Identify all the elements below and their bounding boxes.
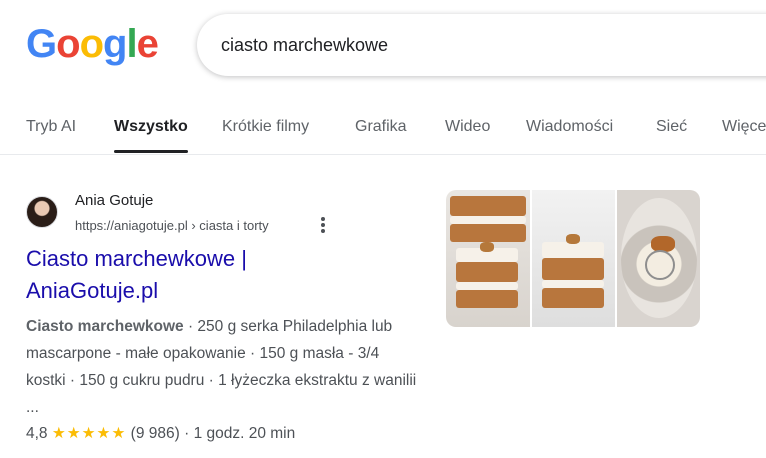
rating-value: 4,8	[26, 425, 48, 442]
result-snippet: Ciasto marchewkowe · 250 g serka Philade…	[26, 313, 421, 421]
rating-count: (9 986)	[130, 425, 180, 442]
logo-letter-g2: g	[103, 22, 127, 66]
tab-videos[interactable]: Wideo	[445, 118, 490, 136]
thumbnail-image-1[interactable]	[446, 190, 530, 327]
result-rating: 4,8 ★★★★★ (9 986) · 1 godz. 20 min	[26, 424, 295, 443]
result-title-line2: AniaGotuje.pl	[26, 278, 159, 303]
logo-letter-o2: o	[79, 22, 104, 66]
result-title-link[interactable]: Ciasto marchewkowe | AniaGotuje.pl	[26, 243, 346, 307]
more-vert-icon[interactable]	[318, 216, 328, 236]
tab-all[interactable]: Wszystko	[114, 118, 188, 153]
cook-time: · 1 godz. 20 min	[184, 425, 296, 442]
snippet-bold: Ciasto marchewkowe	[26, 318, 184, 335]
logo-letter-g: G	[26, 22, 57, 66]
logo-letter-e: e	[136, 22, 159, 66]
result-url[interactable]: https://aniagotuje.pl › ciasta i torty	[75, 218, 269, 233]
logo-letter-l: l	[126, 22, 137, 66]
thumbnail-image-3[interactable]	[617, 190, 700, 327]
tab-ai-mode[interactable]: Tryb AI	[26, 118, 76, 136]
tab-web[interactable]: Sieć	[656, 118, 687, 136]
search-box[interactable]	[197, 14, 766, 76]
search-tabs: Tryb AI Wszystko Krótkie filmy Grafika W…	[0, 108, 766, 155]
thumbnail-image-2[interactable]	[532, 190, 615, 327]
logo-letter-o1: o	[56, 22, 80, 66]
tab-short-videos[interactable]: Krótkie filmy	[222, 118, 309, 136]
result-site-name[interactable]: Ania Gotuje	[75, 192, 153, 209]
tab-images[interactable]: Grafika	[355, 118, 407, 136]
site-favicon-avatar[interactable]	[26, 196, 58, 228]
result-title-line1: Ciasto marchewkowe |	[26, 246, 247, 271]
result-thumbnails	[446, 190, 700, 327]
tab-more[interactable]: Więce	[722, 118, 766, 136]
tab-news[interactable]: Wiadomości	[526, 118, 613, 136]
star-icon: ★★★★★	[51, 425, 127, 442]
google-logo[interactable]: Google	[26, 22, 159, 66]
search-input[interactable]	[221, 32, 721, 58]
